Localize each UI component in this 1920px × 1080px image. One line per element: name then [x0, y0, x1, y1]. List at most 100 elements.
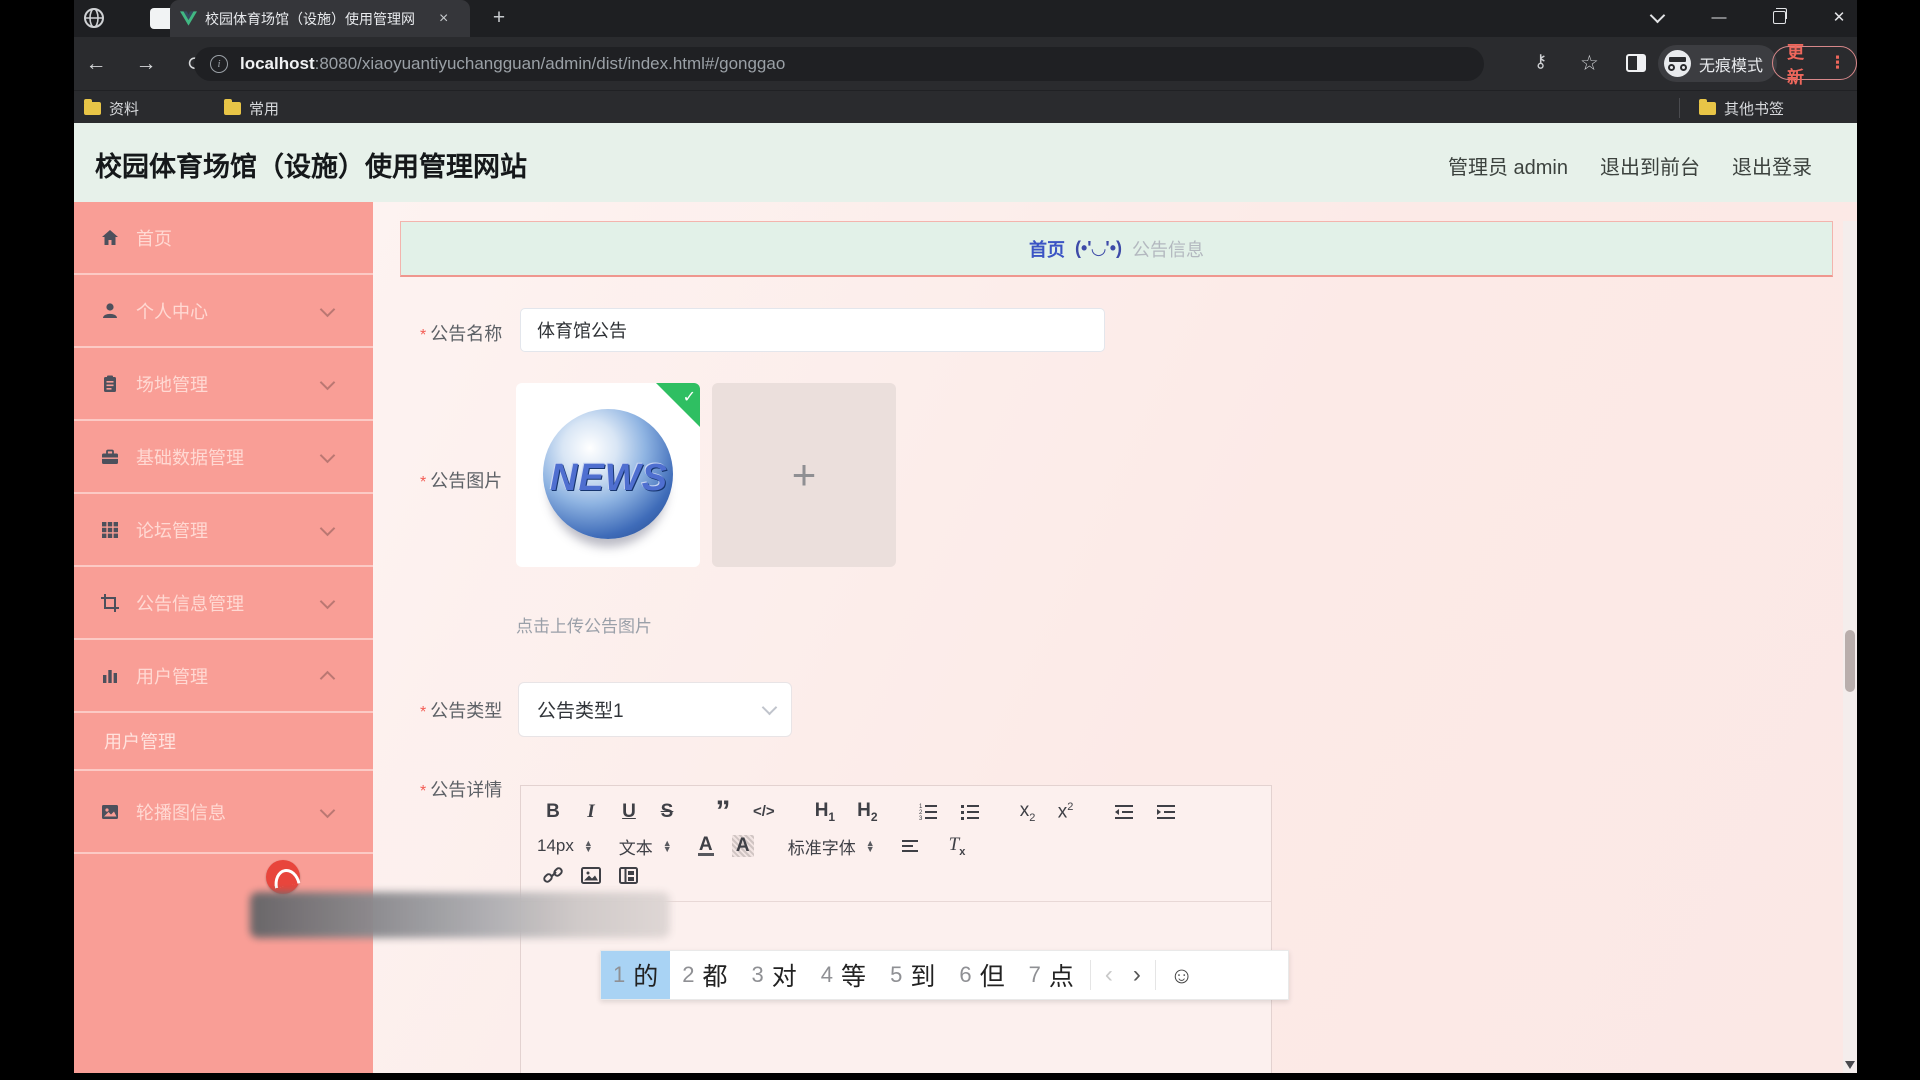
other-bookmarks[interactable]: 其他书签 [1699, 96, 1784, 120]
incognito-badge: 无痕模式 [1658, 45, 1777, 82]
ime-candidate[interactable]: 2都 [670, 951, 739, 999]
page-info-icon[interactable]: i [210, 55, 228, 73]
breadcrumb-home-link[interactable]: 首页 [1029, 236, 1065, 262]
incognito-icon [1664, 50, 1691, 77]
exit-to-front-link[interactable]: 退出到前台 [1600, 151, 1700, 180]
image-label: *公告图片 [420, 467, 502, 493]
update-button[interactable]: 更新 ⋮ [1772, 46, 1857, 80]
subscript-button[interactable]: x2 [1020, 800, 1036, 824]
indent-icon[interactable] [1156, 804, 1176, 820]
url-text: localhost:8080/xiaoyuantiyuchangguan/adm… [240, 54, 785, 74]
sidebar-item-forum[interactable]: 论坛管理 [74, 494, 373, 567]
user-icon [100, 301, 120, 321]
uploaded-image-card[interactable]: NEWS ✓ [516, 383, 700, 567]
add-image-button[interactable]: + [712, 383, 896, 567]
chevron-down-icon [320, 520, 336, 536]
insert-video-icon[interactable] [619, 867, 638, 884]
ime-divider [1155, 960, 1156, 990]
folder-icon [1699, 102, 1716, 115]
main-content: 首页 (•'◡'•) 公告信息 *公告名称 体育馆公告 *公告图片 NEWS ✓… [373, 202, 1857, 1073]
format-select[interactable]: 文本 [619, 834, 653, 859]
h1-button[interactable]: H1 [815, 800, 835, 824]
breadcrumb: 首页 (•'◡'•) 公告信息 [400, 221, 1833, 277]
italic-button[interactable]: I [583, 801, 599, 823]
strike-button[interactable]: S [659, 801, 675, 823]
updown-icon: ▲▼ [866, 840, 875, 852]
window-chevron-icon[interactable] [1634, 0, 1680, 34]
browser-window: 校园体育场馆（设施）使用管理网 × + — ✕ ← → ⟳ i localhos… [74, 0, 1857, 1073]
window-close-button[interactable]: ✕ [1816, 0, 1857, 34]
logout-link[interactable]: 退出登录 [1732, 151, 1812, 180]
font-size-select[interactable]: 14px [537, 836, 574, 856]
ime-emoji-button[interactable]: ☺ [1160, 962, 1203, 989]
blockquote-button[interactable]: ” [715, 807, 731, 817]
site-header: 校园体育场馆（设施）使用管理网站 管理员 admin 退出到前台 退出登录 [74, 123, 1857, 202]
text-color-button[interactable]: A [698, 836, 714, 856]
sidebar-item-basedata[interactable]: 基础数据管理 [74, 421, 373, 494]
address-bar[interactable]: i localhost:8080/xiaoyuantiyuchangguan/a… [194, 47, 1484, 81]
home-icon [100, 228, 120, 248]
sidebar-item-venue[interactable]: 场地管理 [74, 348, 373, 421]
font-family-select[interactable]: 标准字体 [788, 834, 856, 859]
bookmark-star-icon[interactable]: ☆ [1580, 51, 1599, 76]
active-tab[interactable]: 校园体育场馆（设施）使用管理网 × [170, 0, 470, 37]
bullet-list-icon[interactable] [960, 803, 980, 821]
overflow-menu-icon[interactable]: ⋮ [1829, 60, 1846, 66]
forward-button[interactable]: → [130, 48, 162, 80]
page-scrollbar[interactable] [1843, 221, 1857, 1073]
admin-user-link[interactable]: 管理员 admin [1448, 151, 1568, 180]
sidebar-item-users[interactable]: 用户管理 [74, 640, 373, 713]
highlight-color-button[interactable]: A [732, 835, 754, 857]
bookmark-folder-1[interactable]: 资料 [84, 96, 139, 120]
sidebar-subitem-users[interactable]: 用户管理 [74, 713, 373, 771]
ime-candidate[interactable]: 3对 [740, 951, 809, 999]
ime-candidate[interactable]: 5到 [878, 951, 947, 999]
new-tab-button[interactable]: + [486, 5, 512, 31]
ime-prev-button[interactable]: ‹ [1095, 961, 1123, 989]
insert-image-icon[interactable] [581, 867, 601, 884]
chevron-down-icon [320, 447, 336, 463]
plus-icon: + [792, 451, 817, 499]
tab-strip: 校园体育场馆（设施）使用管理网 × + — ✕ [74, 0, 1857, 37]
ime-next-button[interactable]: › [1123, 961, 1151, 989]
sidebar-item-profile[interactable]: 个人中心 [74, 275, 373, 348]
name-input[interactable]: 体育馆公告 [520, 308, 1105, 352]
ime-candidate[interactable]: 6但 [947, 951, 1016, 999]
h2-button[interactable]: H2 [857, 800, 877, 824]
ordered-list-icon[interactable]: 123 [918, 803, 938, 821]
window-minimize-button[interactable]: — [1696, 0, 1742, 34]
window-restore-button[interactable] [1756, 0, 1802, 34]
ime-candidate[interactable]: 1的 [601, 951, 670, 999]
align-icon[interactable] [901, 839, 919, 853]
ime-candidate[interactable]: 4等 [809, 951, 878, 999]
bold-button[interactable]: B [545, 801, 561, 823]
image-icon [100, 802, 120, 822]
superscript-button[interactable]: x2 [1058, 801, 1074, 823]
sidebar-item-home[interactable]: 首页 [74, 202, 373, 275]
clear-format-button[interactable]: Tx [949, 834, 966, 858]
type-select[interactable]: 公告类型1 [518, 682, 792, 737]
scrollbar-thumb[interactable] [1845, 630, 1855, 692]
check-icon: ✓ [683, 387, 696, 407]
sidebar-item-announcement[interactable]: 公告信息管理 [74, 567, 373, 640]
outdent-icon[interactable] [1114, 804, 1134, 820]
bookmark-folder-2[interactable]: 常用 [224, 96, 279, 120]
side-panel-icon[interactable] [1626, 53, 1646, 73]
scrollbar-down-arrow[interactable] [1845, 1061, 1855, 1069]
password-key-icon[interactable]: ⚷ [1534, 51, 1547, 72]
page-viewport: 校园体育场馆（设施）使用管理网站 管理员 admin 退出到前台 退出登录 首页… [74, 123, 1857, 1073]
link-icon[interactable] [543, 867, 563, 885]
breadcrumb-current: 公告信息 [1132, 236, 1204, 262]
name-label: *公告名称 [420, 320, 502, 346]
vue-logo-icon [180, 11, 197, 26]
sidebar-item-carousel[interactable]: 轮播图信息 [74, 771, 373, 854]
back-button[interactable]: ← [80, 48, 112, 80]
detail-label: *公告详情 [420, 776, 502, 802]
code-button[interactable]: </> [753, 803, 775, 820]
underline-button[interactable]: U [621, 801, 637, 823]
upload-hint: 点击上传公告图片 [516, 612, 652, 637]
clipboard-icon [100, 374, 120, 394]
globe-icon[interactable] [82, 6, 106, 30]
ime-candidate[interactable]: 7点 [1017, 951, 1086, 999]
tab-close-icon[interactable]: × [439, 10, 448, 28]
